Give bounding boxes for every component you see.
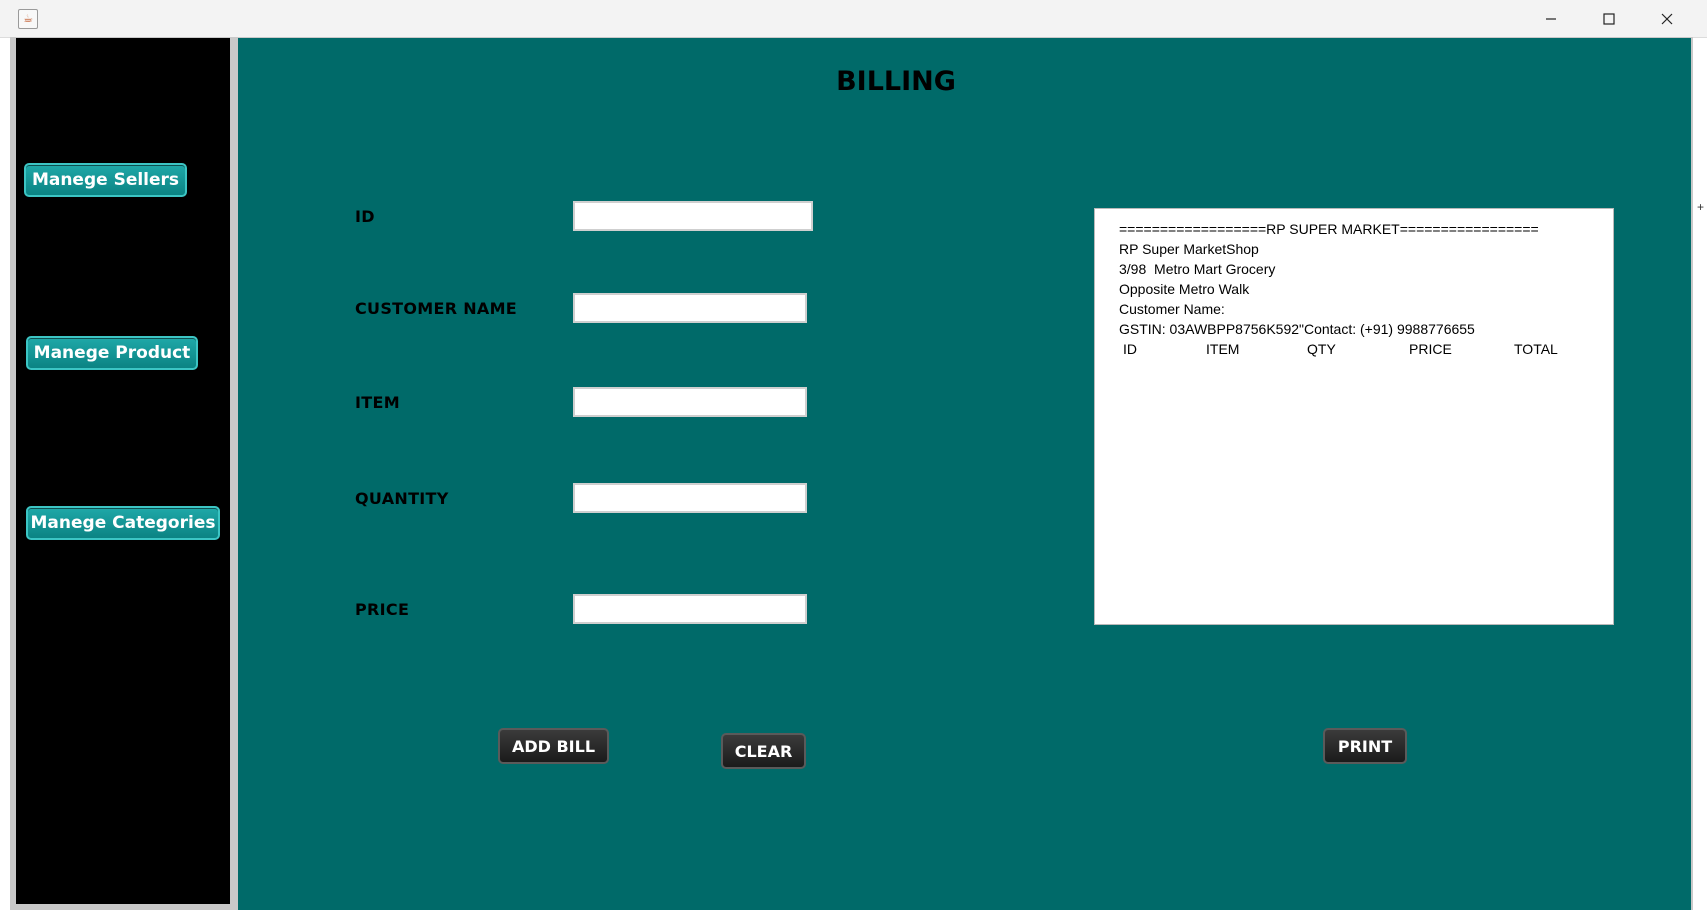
window-titlebar: ☕ <box>0 0 1707 38</box>
close-button[interactable] <box>1638 0 1696 37</box>
receipt-col-qty: QTY <box>1307 341 1336 357</box>
customer-name-field[interactable] <box>573 293 807 323</box>
receipt-address: 3/98 Metro Mart Grocery <box>1119 261 1276 277</box>
manage-categories-button[interactable]: Manege Categories <box>26 506 220 540</box>
price-label: PRICE <box>355 600 410 619</box>
maximize-button[interactable] <box>1580 0 1638 37</box>
price-field[interactable] <box>573 594 807 624</box>
receipt-shop-name: RP Super MarketShop <box>1119 241 1259 257</box>
receipt-header-line: ==================RP SUPER MARKET=======… <box>1119 221 1539 237</box>
manage-sellers-button[interactable]: Manege Sellers <box>24 163 187 197</box>
item-field[interactable] <box>573 387 807 417</box>
receipt-col-total: TOTAL <box>1514 341 1558 357</box>
quantity-label: QUANTITY <box>355 489 449 508</box>
print-button[interactable]: PRINT <box>1323 728 1407 764</box>
id-label: ID <box>355 207 375 226</box>
customer-name-label: CUSTOMER NAME <box>355 299 518 318</box>
background-window-edge: + <box>1697 200 1705 214</box>
item-label: ITEM <box>355 393 400 412</box>
minimize-button[interactable] <box>1522 0 1580 37</box>
page-title: BILLING <box>836 66 956 97</box>
clear-button[interactable]: CLEAR <box>721 733 806 769</box>
receipt-gstin-contact: GSTIN: 03AWBPP8756K592"Contact: (+91) 99… <box>1119 321 1475 337</box>
add-bill-button[interactable]: ADD BILL <box>498 728 609 764</box>
receipt-col-item: ITEM <box>1206 341 1240 357</box>
bill-preview-area[interactable]: ==================RP SUPER MARKET=======… <box>1094 208 1614 625</box>
java-cup-icon: ☕ <box>18 9 38 29</box>
minimize-icon <box>1546 17 1556 20</box>
receipt-landmark: Opposite Metro Walk <box>1119 281 1250 297</box>
maximize-icon <box>1603 12 1615 25</box>
id-field[interactable] <box>573 201 813 231</box>
receipt-customer-name: Customer Name: <box>1119 301 1225 317</box>
receipt-col-price: PRICE <box>1409 341 1452 357</box>
receipt-col-id: ID <box>1123 341 1137 357</box>
quantity-field[interactable] <box>573 483 807 513</box>
manage-product-button[interactable]: Manege Product <box>26 336 198 370</box>
close-icon <box>1661 13 1673 24</box>
